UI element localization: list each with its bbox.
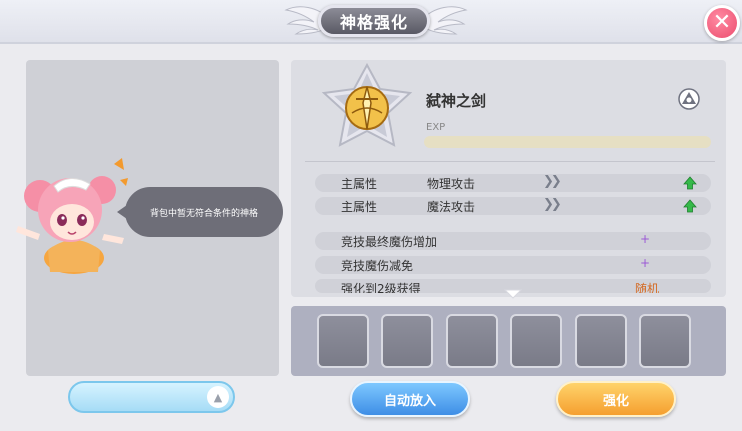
close-icon: ✕ xyxy=(712,10,732,35)
strengthen-button[interactable]: 强化 xyxy=(556,381,676,417)
material-slot[interactable] xyxy=(446,314,498,368)
close-button[interactable]: ✕ xyxy=(704,5,740,41)
attribute-name: 竞技魔伤减免 xyxy=(341,259,414,273)
attribute-name: 主属性 xyxy=(341,200,378,214)
attribute-suffix: + xyxy=(640,256,651,270)
sub-attribute-row: 竞技魔伤减免 + xyxy=(315,256,711,274)
exp-label: EXP xyxy=(426,122,446,133)
arrow-up-icon xyxy=(683,199,697,213)
godhood-name: 弑神之剑 xyxy=(426,92,487,110)
attribute-suffix: 随机 xyxy=(635,282,660,293)
page-title: 神格强化 xyxy=(318,5,430,37)
material-slot[interactable] xyxy=(510,314,562,368)
rank-icon[interactable] xyxy=(678,88,700,110)
chevron-right-icon: ❯❯ xyxy=(543,174,562,189)
attribute-value: 物理攻击 xyxy=(427,177,476,191)
material-slot[interactable] xyxy=(639,314,691,368)
attribute-name: 竞技最终魔伤增加 xyxy=(341,235,438,249)
attribute-value: 魔法攻击 xyxy=(427,200,476,214)
chevron-right-icon: ❯❯ xyxy=(543,197,562,212)
empty-inventory-message: 背包中暂无符合条件的神格 xyxy=(117,187,283,237)
attribute-suffix: + xyxy=(640,232,651,246)
arrow-up-icon xyxy=(683,176,697,190)
mascot-character xyxy=(16,158,128,274)
godhood-emblem-icon xyxy=(321,63,413,147)
triangle-up-icon[interactable]: ▲ xyxy=(207,386,229,408)
sub-attribute-row: 竞技最终魔伤增加 + xyxy=(315,232,711,250)
material-slot[interactable] xyxy=(381,314,433,368)
scroll-down-icon[interactable] xyxy=(504,289,522,299)
divider xyxy=(305,161,715,162)
attribute-name: 主属性 xyxy=(341,177,378,191)
exp-progress-bar xyxy=(424,136,711,148)
material-slot[interactable] xyxy=(575,314,627,368)
material-slot[interactable] xyxy=(317,314,369,368)
attribute-name: 强化到2级获得 xyxy=(341,282,421,293)
filter-selector[interactable]: ▲ xyxy=(68,381,235,413)
main-attribute-row: 主属性 物理攻击 ❯❯ xyxy=(315,174,711,192)
auto-place-button[interactable]: 自动放入 xyxy=(350,381,470,417)
main-attribute-row: 主属性 魔法攻击 ❯❯ xyxy=(315,197,711,215)
